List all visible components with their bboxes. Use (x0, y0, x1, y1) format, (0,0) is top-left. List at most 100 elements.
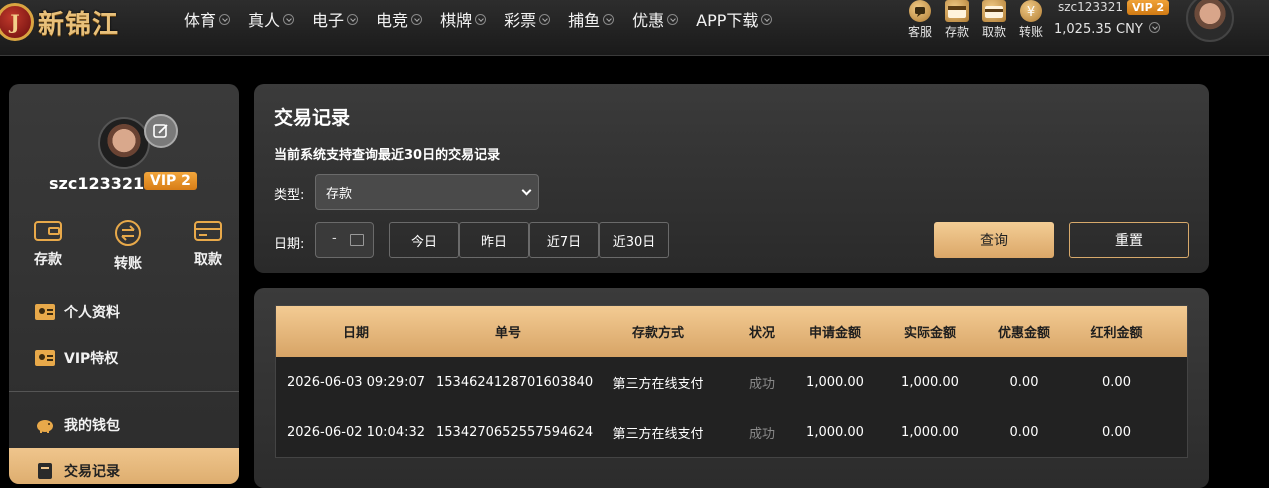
balance-value: 1,025.35 CNY (1054, 22, 1143, 37)
chat-icon (909, 0, 931, 22)
quick-deposit[interactable]: 存款 (942, 0, 972, 40)
nav-label: 彩票 (504, 11, 537, 30)
action-label: 取款 (194, 252, 222, 268)
quick-support[interactable]: 客服 (905, 0, 935, 40)
cell-date: 2026-06-03 09:29:07 (286, 374, 426, 390)
quick-withdraw[interactable]: 取款 (979, 0, 1009, 40)
date-label: 日期: (274, 237, 305, 252)
nav-label: 电竞 (376, 11, 409, 30)
cell-requested-amount: 1,000.00 (806, 374, 864, 390)
nav-label: 棋牌 (440, 11, 473, 30)
sidebar-item-vip[interactable]: VIP特权 (9, 335, 239, 381)
range-7days-button[interactable]: 近7日 (529, 222, 599, 258)
chevron-down-icon (475, 13, 487, 25)
chevron-down-icon (667, 13, 679, 25)
cell-requested-amount: 1,000.00 (806, 424, 864, 440)
sidebar-username: szc123321 (49, 174, 145, 193)
edit-icon (153, 124, 168, 138)
type-label: 类型: (274, 188, 305, 203)
chevron-down-icon (283, 13, 295, 25)
quick-label: 存款 (944, 25, 969, 39)
sidebar-item-transactions[interactable]: 交易记录 (9, 448, 239, 484)
table-row: 2026-06-03 09:29:07 1534624128701603840 … (276, 357, 1187, 407)
page-title: 交易记录 (274, 107, 351, 129)
nav-label: 电子 (312, 11, 345, 30)
transfer-icon (115, 220, 141, 246)
date-value: - (332, 231, 337, 246)
action-label: 转账 (114, 256, 142, 272)
column-header: 状况 (748, 326, 775, 341)
sidebar-transfer-button[interactable]: 转账 (103, 219, 153, 273)
sidebar-withdraw-button[interactable]: 取款 (183, 219, 233, 273)
logo-text: 新锦江 (38, 9, 120, 40)
nav-item-promotions[interactable]: 优惠 (632, 7, 679, 31)
piggy-bank-icon (37, 420, 53, 433)
nav-label: 捕鱼 (568, 11, 601, 30)
quick-transfer[interactable]: ¥ 转账 (1016, 0, 1046, 40)
cell-method: 第三方在线支付 (612, 426, 704, 442)
sidebar-item-wallet[interactable]: 我的钱包 (9, 402, 239, 448)
logo-badge: J (0, 3, 34, 41)
edit-profile-button[interactable] (144, 114, 178, 148)
nav-label: 真人 (248, 11, 281, 30)
cell-status: 成功 (748, 376, 775, 392)
date-range-buttons: 今日 昨日 近7日 近30日 (389, 222, 669, 258)
cell-actual-amount: 1,000.00 (901, 424, 959, 440)
cell-discount-amount: 0.00 (1009, 424, 1039, 440)
chevron-down-icon (1148, 22, 1160, 33)
sidebar-item-label: 我的钱包 (64, 418, 120, 434)
records-table: 日期 单号 存款方式 状况 申请金额 实际金额 优惠金额 红利金额 2026-0… (275, 305, 1188, 458)
range-yesterday-button[interactable]: 昨日 (459, 222, 529, 258)
cell-date: 2026-06-02 10:04:32 (286, 424, 426, 440)
query-button[interactable]: 查询 (934, 222, 1054, 258)
avatar (98, 117, 150, 169)
wallet-icon (34, 221, 62, 241)
cell-bonus-amount: 0.00 (1102, 424, 1131, 440)
column-header: 优惠金额 (997, 326, 1050, 341)
svg-text:¥: ¥ (1027, 5, 1035, 20)
range-30days-button[interactable]: 近30日 (599, 222, 669, 258)
balance[interactable]: 1,025.35 CNY (1054, 22, 1160, 37)
nav-item-sports[interactable]: 体育 (184, 7, 231, 31)
date-picker[interactable]: - (315, 222, 374, 258)
sidebar: szc123321 VIP 2 存款 转账 取款 个人资料 VIP特权 我的钱包 (9, 84, 239, 484)
nav-item-app-download[interactable]: APP下载 (696, 7, 773, 31)
sidebar-item-profile[interactable]: 个人资料 (9, 289, 239, 335)
nav-item-slots[interactable]: 电子 (312, 7, 359, 31)
chevron-down-icon (411, 13, 423, 25)
column-header: 申请金额 (808, 326, 861, 341)
column-header: 单号 (494, 326, 521, 341)
nav-item-esports[interactable]: 电竞 (376, 7, 423, 31)
card-icon (194, 221, 222, 241)
site-logo[interactable]: J 新锦江 (0, 0, 119, 44)
records-table-panel: 日期 单号 存款方式 状况 申请金额 实际金额 优惠金额 红利金额 2026-0… (254, 288, 1209, 488)
nav-label: APP下载 (696, 11, 759, 30)
sidebar-menu: 个人资料 VIP特权 我的钱包 交易记录 (9, 289, 239, 484)
user-info: szc123321 VIP 2 (1058, 0, 1170, 15)
quick-label: 转账 (1018, 25, 1043, 39)
sidebar-deposit-button[interactable]: 存款 (23, 219, 73, 273)
column-header: 存款方式 (631, 326, 684, 341)
main-nav: 体育 真人 电子 电竞 棋牌 彩票 捕鱼 优惠 APP下载 (184, 7, 790, 31)
top-bar: J 新锦江 体育 真人 电子 电竞 棋牌 彩票 捕鱼 优惠 APP下载 客服 存… (0, 0, 1269, 56)
chevron-down-icon (761, 13, 773, 25)
nav-label: 体育 (184, 11, 217, 30)
sidebar-item-label: 交易记录 (64, 464, 120, 480)
divider (9, 391, 239, 392)
card-icon (982, 0, 1006, 22)
cell-bonus-amount: 0.00 (1102, 374, 1131, 390)
sidebar-item-label: 个人资料 (64, 305, 120, 321)
range-today-button[interactable]: 今日 (389, 222, 459, 258)
chevron-down-icon (521, 185, 532, 196)
nav-item-fishing[interactable]: 捕鱼 (568, 7, 615, 31)
page-subtitle: 当前系统支持查询最近30日的交易记录 (274, 148, 501, 163)
column-header: 实际金额 (903, 326, 956, 341)
avatar[interactable] (1186, 0, 1234, 42)
calendar-icon (350, 234, 364, 246)
nav-item-cards[interactable]: 棋牌 (440, 7, 487, 31)
type-select[interactable]: 存款 (315, 174, 539, 210)
reset-button[interactable]: 重置 (1069, 222, 1189, 258)
nav-item-lottery[interactable]: 彩票 (504, 7, 551, 31)
vip-badge: VIP 2 (1126, 0, 1170, 15)
nav-item-live[interactable]: 真人 (248, 7, 295, 31)
